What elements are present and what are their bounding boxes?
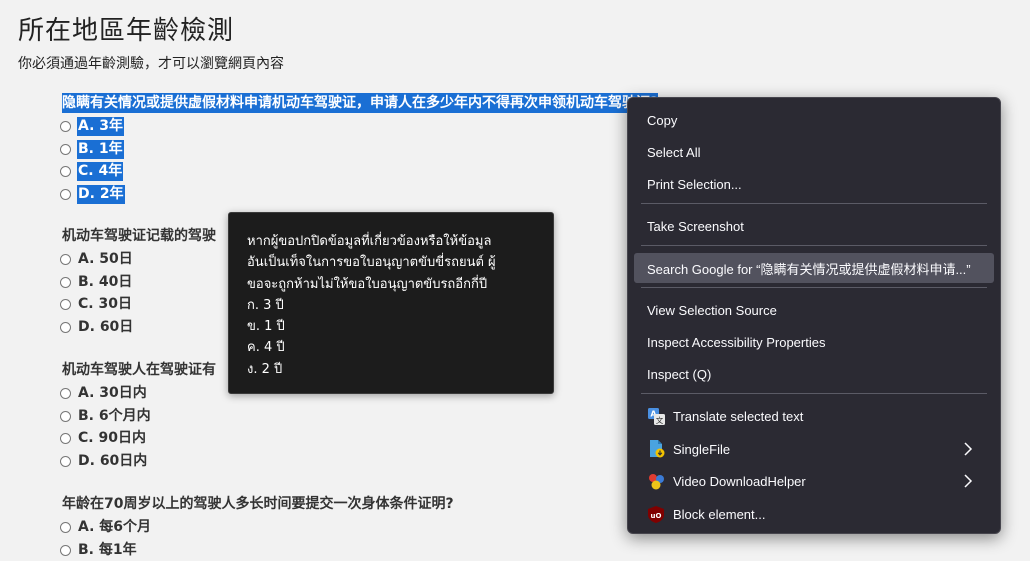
option-c[interactable]: C. 90日内 bbox=[60, 427, 216, 450]
menu-item-label: Copy bbox=[647, 112, 678, 128]
menu-item-singlefile[interactable]: SingleFile bbox=[634, 434, 994, 464]
menu-item-inspect[interactable]: Inspect (Q) bbox=[634, 359, 994, 389]
option-b[interactable]: B. 6个月内 bbox=[60, 405, 216, 428]
menu-item-label: Print Selection... bbox=[647, 176, 742, 192]
tooltip-line: ง. 2 ปี bbox=[247, 361, 283, 377]
tooltip-line: ค. 4 ปี bbox=[247, 340, 285, 356]
menu-item-translate[interactable]: A 文 Translate selected text bbox=[634, 401, 994, 431]
menu-item-video-downloadhelper[interactable]: Video DownloadHelper bbox=[634, 466, 994, 496]
translate-icon: A 文 bbox=[647, 407, 665, 425]
radio-button[interactable] bbox=[60, 143, 71, 155]
question-1: 隐瞒有关情况或提供虚假材料申请机动车驾驶证，申请人在多少年内不得再次申领机动车驾… bbox=[60, 92, 659, 206]
radio-button[interactable] bbox=[60, 410, 71, 422]
radio-button[interactable] bbox=[60, 276, 71, 288]
option-label: D. 60日内 bbox=[78, 452, 148, 469]
option-label: D. 60日 bbox=[78, 318, 134, 335]
menu-item-label: Block element... bbox=[673, 506, 766, 522]
menu-item-label: Select All bbox=[647, 144, 701, 160]
tooltip-line: หากผู้ขอปกปิดข้อมูลที่เกี่ยวข้องหรือให้ข… bbox=[247, 234, 492, 249]
radio-button[interactable] bbox=[60, 120, 71, 132]
question-text: 机动车驾驶证记载的驾驶 bbox=[62, 228, 216, 244]
question-text: 年龄在70周岁以上的驾驶人多长时间要提交一次身体条件证明? bbox=[62, 496, 454, 512]
menu-item-select-all[interactable]: Select All bbox=[634, 137, 994, 167]
option-b[interactable]: B. 每1年 bbox=[60, 539, 454, 561]
question-text: 机动车驾驶人在驾驶证有 bbox=[62, 362, 216, 378]
tooltip-line: ข. 1 ปี bbox=[247, 319, 285, 335]
menu-separator bbox=[641, 287, 987, 288]
option-a[interactable]: A. 50日 bbox=[60, 248, 216, 271]
menu-separator bbox=[641, 245, 987, 246]
option-label: B. 40日 bbox=[78, 273, 133, 290]
radio-button[interactable] bbox=[60, 321, 71, 333]
radio-button[interactable] bbox=[60, 544, 71, 556]
radio-button[interactable] bbox=[60, 433, 71, 445]
option-c[interactable]: C. 4年 bbox=[60, 160, 658, 183]
menu-item-copy[interactable]: Copy bbox=[634, 105, 994, 135]
option-label: C. 90日内 bbox=[78, 430, 146, 447]
question-3: 机动车驾驶人在驾驶证有 A. 30日内 B. 6个月内 C. 90日内 D. 6… bbox=[60, 359, 216, 473]
option-b[interactable]: B. 1年 bbox=[60, 138, 658, 161]
chevron-right-icon bbox=[964, 474, 973, 488]
radio-button[interactable] bbox=[60, 166, 71, 178]
radio-button[interactable] bbox=[60, 188, 71, 200]
option-d[interactable]: D. 2年 bbox=[60, 183, 658, 206]
option-label: B. 每1年 bbox=[78, 541, 137, 558]
ublock-origin-icon: uO bbox=[647, 505, 665, 523]
option-label: C. 30日 bbox=[78, 296, 132, 313]
video-downloadhelper-icon bbox=[647, 472, 665, 490]
menu-item-label: Video DownloadHelper bbox=[673, 473, 806, 489]
menu-item-label: Inspect Accessibility Properties bbox=[647, 334, 826, 350]
menu-item-label: Translate selected text bbox=[673, 408, 804, 424]
menu-item-label: SingleFile bbox=[673, 441, 731, 457]
menu-separator bbox=[641, 203, 987, 204]
option-label: A. 每6个月 bbox=[78, 518, 152, 535]
option-a[interactable]: A. 30日内 bbox=[60, 382, 216, 405]
translation-tooltip: หากผู้ขอปกปิดข้อมูลที่เกี่ยวข้องหรือให้ข… bbox=[228, 212, 554, 394]
option-label: A. 30日内 bbox=[78, 384, 147, 401]
svg-text:文: 文 bbox=[655, 415, 663, 425]
option-a[interactable]: A. 每6个月 bbox=[60, 516, 454, 539]
menu-item-view-selection-source[interactable]: View Selection Source bbox=[634, 295, 994, 325]
menu-item-block-element[interactable]: uO Block element... bbox=[634, 499, 994, 529]
menu-item-take-screenshot[interactable]: Take Screenshot bbox=[634, 211, 994, 241]
question-4: 年龄在70周岁以上的驾驶人多长时间要提交一次身体条件证明? A. 每6个月 B.… bbox=[60, 493, 454, 561]
menu-item-label: View Selection Source bbox=[647, 302, 777, 318]
radio-button[interactable] bbox=[60, 455, 71, 467]
question-2: 机动车驾驶证记载的驾驶 A. 50日 B. 40日 C. 30日 D. 60日 bbox=[60, 225, 216, 339]
menu-item-label: Take Screenshot bbox=[647, 218, 744, 234]
tooltip-line: ก. 3 ปี bbox=[247, 297, 284, 313]
menu-item-search-google[interactable]: Search Google for “隐瞒有关情况或提供虚假材料申请...” bbox=[634, 253, 994, 283]
option-c[interactable]: C. 30日 bbox=[60, 293, 216, 316]
option-b[interactable]: B. 40日 bbox=[60, 271, 216, 294]
question-text: 隐瞒有关情况或提供虚假材料申请机动车驾驶证，申请人在多少年内不得再次申领机动车驾… bbox=[62, 93, 659, 113]
option-label: A. 50日 bbox=[78, 250, 133, 267]
page-subtitle: 你必須通過年齡測驗，才可以瀏覽網頁內容 bbox=[18, 56, 284, 72]
tooltip-line: ขอจะถูกห้ามไม่ให้ขอใบอนุญาตขับรถอีกกี่ปี bbox=[247, 276, 488, 292]
option-d[interactable]: D. 60日 bbox=[60, 316, 216, 339]
option-a[interactable]: A. 3年 bbox=[60, 115, 658, 138]
menu-separator bbox=[641, 393, 987, 394]
page-title: 所在地區年齡檢測 bbox=[18, 16, 235, 46]
context-menu: Copy Select All Print Selection... Take … bbox=[627, 97, 1001, 534]
option-d[interactable]: D. 60日内 bbox=[60, 450, 216, 473]
menu-item-inspect-accessibility[interactable]: Inspect Accessibility Properties bbox=[634, 327, 994, 357]
radio-button[interactable] bbox=[60, 521, 71, 533]
option-label: D. 2年 bbox=[77, 184, 125, 204]
singlefile-icon bbox=[647, 440, 665, 458]
menu-item-label: Inspect (Q) bbox=[647, 366, 712, 382]
radio-button[interactable] bbox=[60, 299, 71, 311]
radio-button[interactable] bbox=[60, 387, 71, 399]
tooltip-line: อันเป็นเท็จในการขอใบอนุญาตขับขี่รถยนต์ ผ… bbox=[247, 255, 496, 271]
radio-button[interactable] bbox=[60, 253, 71, 265]
option-label: B. 6个月内 bbox=[78, 407, 151, 424]
menu-item-print-selection[interactable]: Print Selection... bbox=[634, 169, 994, 199]
option-label: C. 4年 bbox=[77, 162, 124, 182]
option-label: A. 3年 bbox=[77, 116, 125, 136]
menu-item-label: Search Google for “隐瞒有关情况或提供虚假材料申请...” bbox=[647, 261, 971, 277]
chevron-right-icon bbox=[964, 442, 973, 456]
svg-text:uO: uO bbox=[651, 512, 662, 520]
option-label: B. 1年 bbox=[77, 139, 124, 159]
